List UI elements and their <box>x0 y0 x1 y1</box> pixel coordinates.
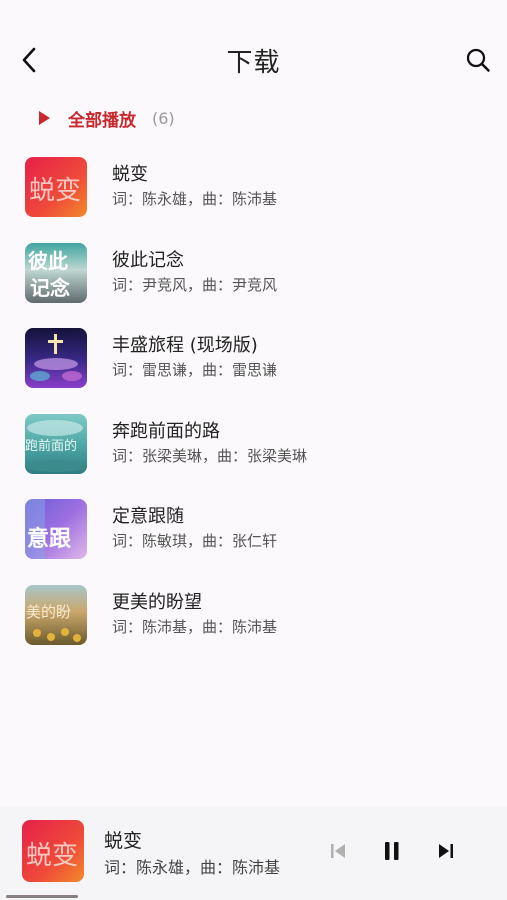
song-title: 丰盛旅程 (现场版) <box>112 335 258 356</box>
song-title: 彼此记念 <box>112 249 184 271</box>
search-button[interactable] <box>463 44 493 76</box>
play-all-button[interactable]: 全部播放 (6) <box>36 104 175 132</box>
song-credits: 词：陈永雄，曲：陈沛基 <box>112 190 278 208</box>
now-playing-cover: 蜕变 <box>22 820 84 882</box>
song-title: 奔跑前面的路 <box>112 420 220 442</box>
svg-text:意跟: 意跟 <box>27 526 72 552</box>
search-icon <box>466 48 490 72</box>
song-credits: 词：雷思谦，曲：雷思谦 <box>112 361 278 379</box>
album-cover: 跑前面的 <box>25 413 87 474</box>
song-item[interactable]: 丰盛旅程 (现场版) 词：雷思谦，曲：雷思谦 <box>0 321 507 407</box>
pause-button[interactable] <box>377 836 407 866</box>
svg-text:记念: 记念 <box>30 276 70 300</box>
now-playing-title: 蜕变 <box>104 830 143 852</box>
svg-text:蜕变: 蜕变 <box>26 841 78 871</box>
skip-previous-icon <box>331 844 345 858</box>
song-list: 蜕变 蜕变 词：陈永雄，曲：陈沛基 彼此 记念 彼此记念 词：尹竞风，曲：尹竞风… <box>0 150 507 663</box>
page-title: 下载 <box>226 48 281 78</box>
svg-text:彼此: 彼此 <box>28 249 68 273</box>
playback-progress <box>6 895 78 898</box>
song-item[interactable]: 美的盼 更美的盼望 词：陈沛基，曲：陈沛基 <box>0 578 507 664</box>
next-button[interactable] <box>431 836 461 866</box>
song-item[interactable]: 意跟 定意跟随 词：陈敏琪，曲：张仁轩 <box>0 492 507 578</box>
song-count: (6) <box>152 108 175 128</box>
song-item[interactable]: 蜕变 蜕变 词：陈永雄，曲：陈沛基 <box>0 150 507 236</box>
play-icon <box>39 111 50 125</box>
now-playing-credits: 词：陈永雄，曲：陈沛基 <box>104 858 281 877</box>
album-cover: 蜕变 <box>25 157 87 217</box>
pause-icon <box>385 842 399 860</box>
svg-text:蜕变: 蜕变 <box>29 176 81 206</box>
svg-text:美的盼: 美的盼 <box>26 603 71 621</box>
song-title: 定意跟随 <box>112 506 184 527</box>
song-item[interactable]: 跑前面的 奔跑前面的路 词：张梁美琳，曲：张梁美琳 <box>0 407 507 493</box>
album-cover <box>25 328 87 388</box>
svg-text:跑前面的: 跑前面的 <box>25 438 77 454</box>
top-bar: 下载 <box>0 0 507 110</box>
song-credits: 词：陈敏琪，曲：张仁轩 <box>112 532 278 550</box>
song-title: 蜕变 <box>112 164 148 185</box>
song-title: 更美的盼望 <box>112 591 202 613</box>
skip-next-icon <box>439 844 453 858</box>
song-credits: 词：陈沛基，曲：陈沛基 <box>112 617 278 636</box>
mini-player[interactable]: 蜕变 蜕变 词：陈永雄，曲：陈沛基 <box>0 806 507 900</box>
album-cover: 美的盼 <box>25 584 87 645</box>
song-credits: 词：张梁美琳，曲：张梁美琳 <box>112 446 308 465</box>
song-credits: 词：尹竞风，曲：尹竞风 <box>112 275 278 294</box>
previous-button[interactable] <box>323 836 353 866</box>
play-all-label: 全部播放 <box>68 110 136 131</box>
album-cover: 意跟 <box>25 499 87 559</box>
album-cover: 彼此 记念 <box>25 242 87 303</box>
song-item[interactable]: 彼此 记念 彼此记念 词：尹竞风，曲：尹竞风 <box>0 236 507 322</box>
